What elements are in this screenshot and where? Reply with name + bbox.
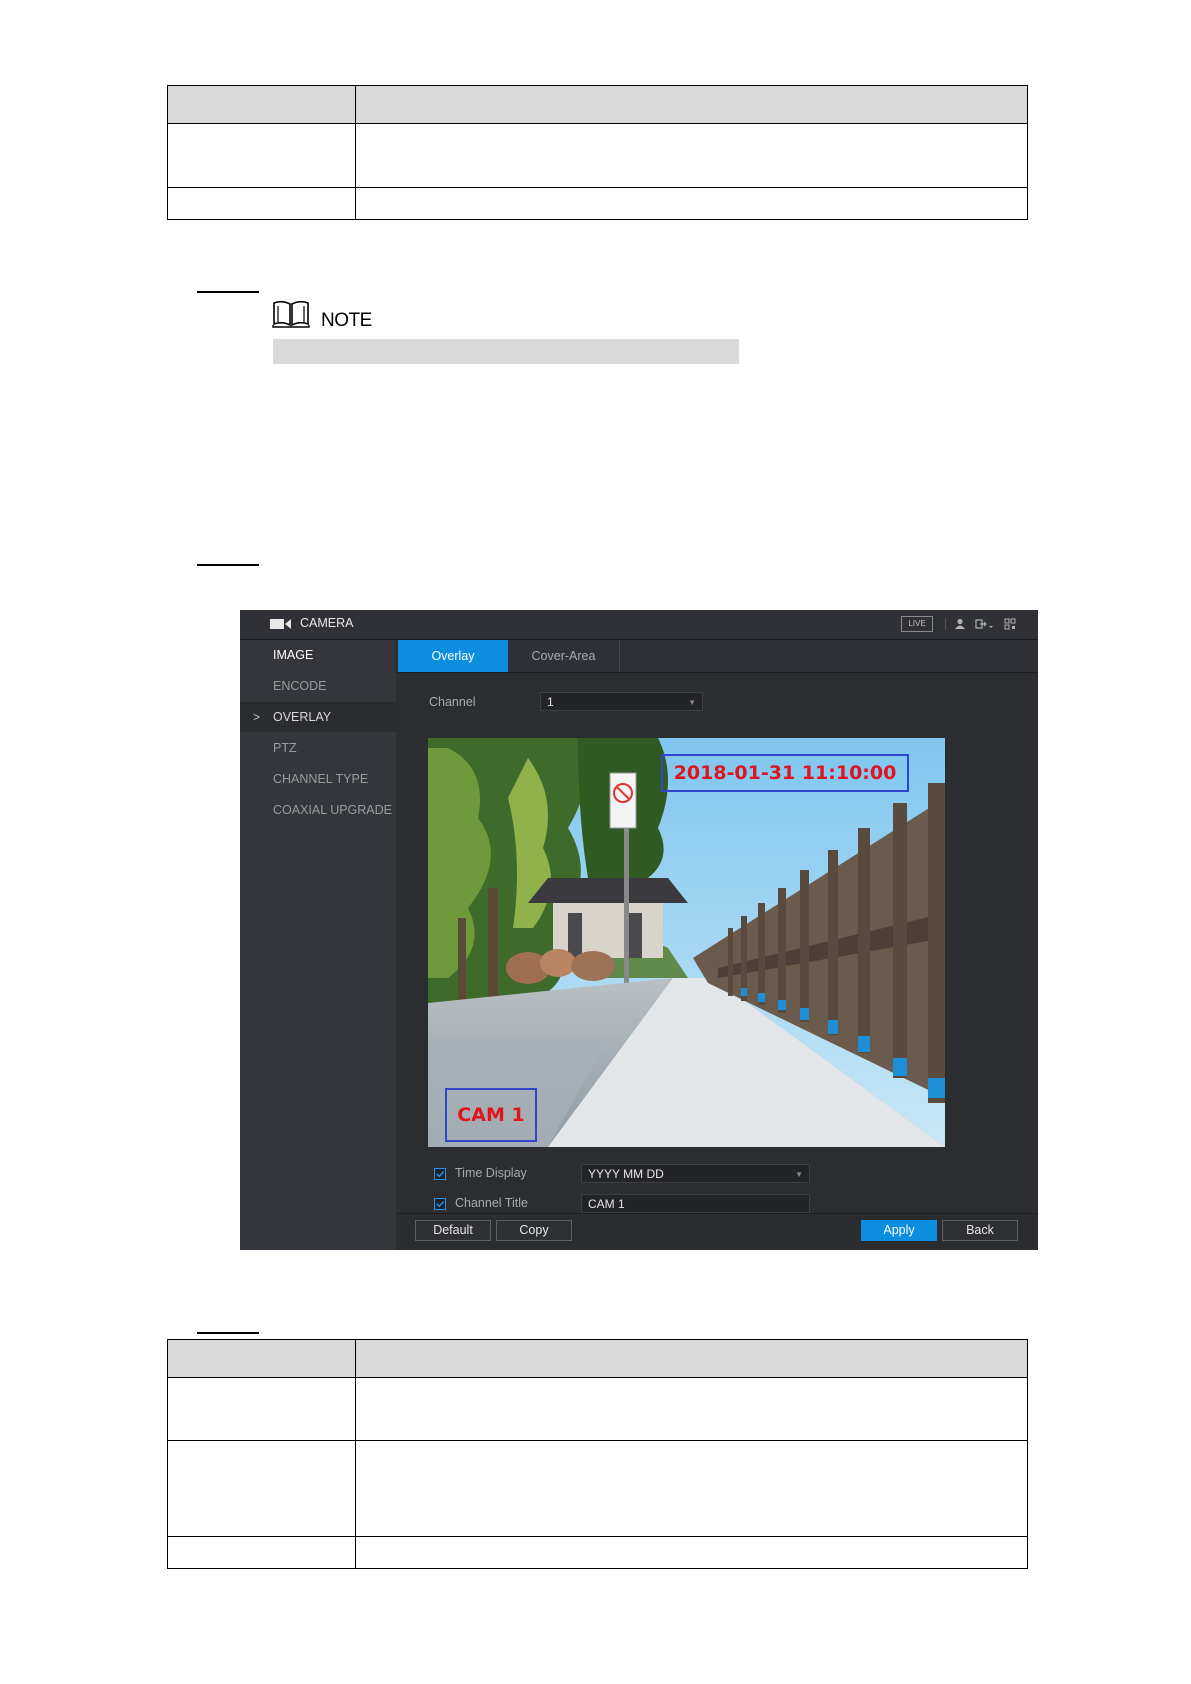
- channel-title-label: Channel Title: [455, 1196, 528, 1210]
- camera-settings-window: CAMERA LIVE IMAGE ENCODE > OVERLAY PTZ C…: [240, 610, 1038, 1250]
- table-cell: [355, 1536, 1028, 1569]
- table-cell: [355, 187, 1028, 220]
- channel-title-input[interactable]: CAM 1: [581, 1194, 810, 1213]
- camera-icon: [270, 619, 291, 629]
- table-cell: [355, 123, 1028, 188]
- channel-select-value: 1: [547, 695, 554, 709]
- checkmark-icon: [436, 1171, 445, 1178]
- time-format-value: YYYY MM DD: [588, 1167, 664, 1181]
- sidebar-item-label: CHANNEL TYPE: [273, 772, 369, 786]
- overlay-panel: Overlay Cover-Area Channel 1 ▼ 2018-01-3…: [397, 640, 1038, 1250]
- sidebar-item-label: COAXIAL UPGRADE: [273, 803, 393, 817]
- time-display-label: Time Display: [455, 1166, 527, 1180]
- channel-title-value: CAM 1: [588, 1197, 625, 1211]
- sidebar-item-label: PTZ: [273, 741, 297, 755]
- tab-bar: Overlay Cover-Area: [397, 640, 1038, 673]
- back-button[interactable]: Back: [942, 1220, 1018, 1241]
- parameter-table-bottom: [167, 1339, 1028, 1569]
- step-marker: [197, 291, 259, 293]
- time-format-select[interactable]: YYYY MM DD ▼: [581, 1164, 810, 1183]
- table-header-cell: [355, 85, 1028, 124]
- sidebar-item-encode[interactable]: ENCODE: [240, 671, 396, 701]
- divider: [619, 640, 620, 672]
- sidebar-item-channel-type[interactable]: CHANNEL TYPE: [240, 764, 396, 794]
- logout-icon[interactable]: [975, 618, 993, 630]
- sidebar-item-overlay[interactable]: > OVERLAY: [240, 702, 396, 732]
- table-cell: [167, 123, 356, 188]
- sidebar-item-ptz[interactable]: PTZ: [240, 733, 396, 763]
- time-overlay-box[interactable]: 2018-01-31 11:10:00: [661, 754, 909, 792]
- channel-title-overlay-box[interactable]: CAM 1: [445, 1088, 537, 1142]
- chevron-right-icon: >: [253, 710, 261, 724]
- table-cell: [167, 1440, 356, 1537]
- divider: [945, 618, 946, 630]
- note-label: NOTE: [321, 310, 372, 331]
- table-header-cell: [167, 1339, 356, 1378]
- channel-select[interactable]: 1 ▼: [540, 692, 703, 711]
- tab-cover-area[interactable]: Cover-Area: [508, 640, 619, 672]
- sidebar-item-coaxial-upgrade[interactable]: COAXIAL UPGRADE: [240, 795, 396, 825]
- step-marker: [197, 1332, 259, 1334]
- copy-button[interactable]: Copy: [496, 1220, 572, 1241]
- table-cell: [167, 1377, 356, 1441]
- action-bar: Default Copy Apply Back: [397, 1213, 1038, 1250]
- user-icon[interactable]: [954, 618, 966, 630]
- dropdown-arrow-icon: ▼: [688, 698, 696, 707]
- window-title: CAMERA: [300, 616, 354, 630]
- preview-image: [428, 738, 945, 1147]
- parameter-table-top: [167, 85, 1028, 220]
- video-preview: 2018-01-31 11:10:00 CAM 1: [428, 738, 945, 1147]
- channel-label: Channel: [429, 695, 476, 709]
- default-button[interactable]: Default: [415, 1220, 491, 1241]
- sidebar-item-label: IMAGE: [273, 648, 314, 662]
- apply-button[interactable]: Apply: [861, 1220, 937, 1241]
- dropdown-arrow-icon: ▼: [795, 1170, 803, 1179]
- step-marker: [197, 564, 259, 566]
- time-display-checkbox[interactable]: [434, 1168, 446, 1180]
- live-button[interactable]: LIVE: [901, 616, 933, 632]
- checkmark-icon: [436, 1201, 445, 1208]
- qr-code-icon[interactable]: [1004, 618, 1016, 630]
- table-header-cell: [355, 1339, 1028, 1378]
- title-bar: CAMERA LIVE: [240, 610, 1038, 640]
- tab-overlay[interactable]: Overlay: [398, 640, 508, 672]
- sidebar-item-label: OVERLAY: [273, 710, 332, 724]
- table-header-cell: [167, 85, 356, 124]
- table-cell: [355, 1440, 1028, 1537]
- table-cell: [167, 187, 356, 220]
- settings-sidebar: IMAGE ENCODE > OVERLAY PTZ CHANNEL TYPE …: [240, 640, 396, 1250]
- note-content-placeholder: [273, 339, 739, 364]
- sidebar-item-label: ENCODE: [273, 679, 327, 693]
- sidebar-item-image[interactable]: IMAGE: [240, 640, 396, 670]
- table-cell: [167, 1536, 356, 1569]
- channel-title-checkbox[interactable]: [434, 1198, 446, 1210]
- table-cell: [355, 1377, 1028, 1441]
- book-icon: [272, 300, 310, 328]
